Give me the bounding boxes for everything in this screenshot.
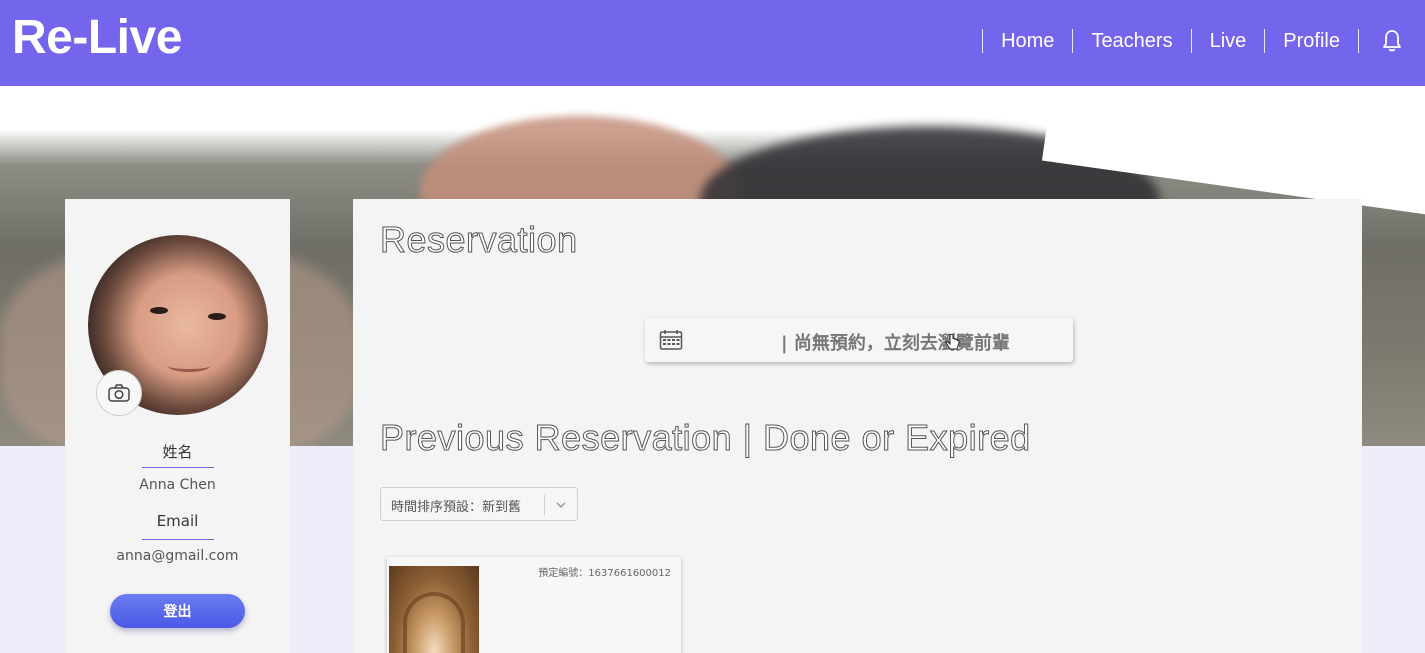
empty-reservation-banner[interactable]: | 尚無預約，立刻去瀏覽前輩 xyxy=(645,318,1073,362)
empty-reservation-message: | 尚無預約，立刻去瀏覽前輩 xyxy=(781,333,1010,354)
nav-teachers-link[interactable]: Teachers xyxy=(1073,30,1190,53)
sort-order-select[interactable]: 時間排序預設：新到舊 xyxy=(380,487,578,521)
nav-profile-link[interactable]: Profile xyxy=(1265,30,1358,53)
previous-reservation-title: Previous Reservation | Done or Expired xyxy=(380,417,1031,459)
reservation-panel: Reservation | 尚無預約，立刻去瀏覽前輩 Previous Rese… xyxy=(353,199,1362,653)
nav-home-link[interactable]: Home xyxy=(983,30,1072,53)
email-label: Email xyxy=(156,512,199,530)
profile-name: Anna Chen xyxy=(139,477,216,493)
chevron-down-icon xyxy=(554,497,568,516)
reservation-title: Reservation xyxy=(380,219,578,261)
logo[interactable]: Re-Live xyxy=(12,10,182,65)
logout-button[interactable]: 登出 xyxy=(110,594,245,628)
name-underline xyxy=(142,467,214,468)
top-nav-bar: Re-Live Home Teachers Live Profile xyxy=(0,0,1425,86)
email-underline xyxy=(142,539,214,540)
main-nav: Home Teachers Live Profile xyxy=(982,28,1425,54)
select-divider xyxy=(544,495,545,515)
nav-live-link[interactable]: Live xyxy=(1192,30,1265,53)
calendar-icon xyxy=(659,329,683,355)
camera-icon[interactable] xyxy=(96,370,142,416)
bell-icon[interactable] xyxy=(1359,29,1425,53)
reservation-number: 預定編號：1637661600012 xyxy=(538,568,671,579)
name-label: 姓名 xyxy=(162,443,193,461)
sort-order-value: 時間排序預設：新到舊 xyxy=(391,500,522,515)
hand-cursor-icon xyxy=(945,333,961,356)
reservation-card[interactable]: 預定編號：1637661600012 xyxy=(387,557,681,653)
profile-email: anna@gmail.com xyxy=(116,548,239,564)
profile-card: 姓名 Anna Chen Email anna@gmail.com 登出 xyxy=(65,199,290,653)
reservation-thumbnail xyxy=(389,566,479,653)
